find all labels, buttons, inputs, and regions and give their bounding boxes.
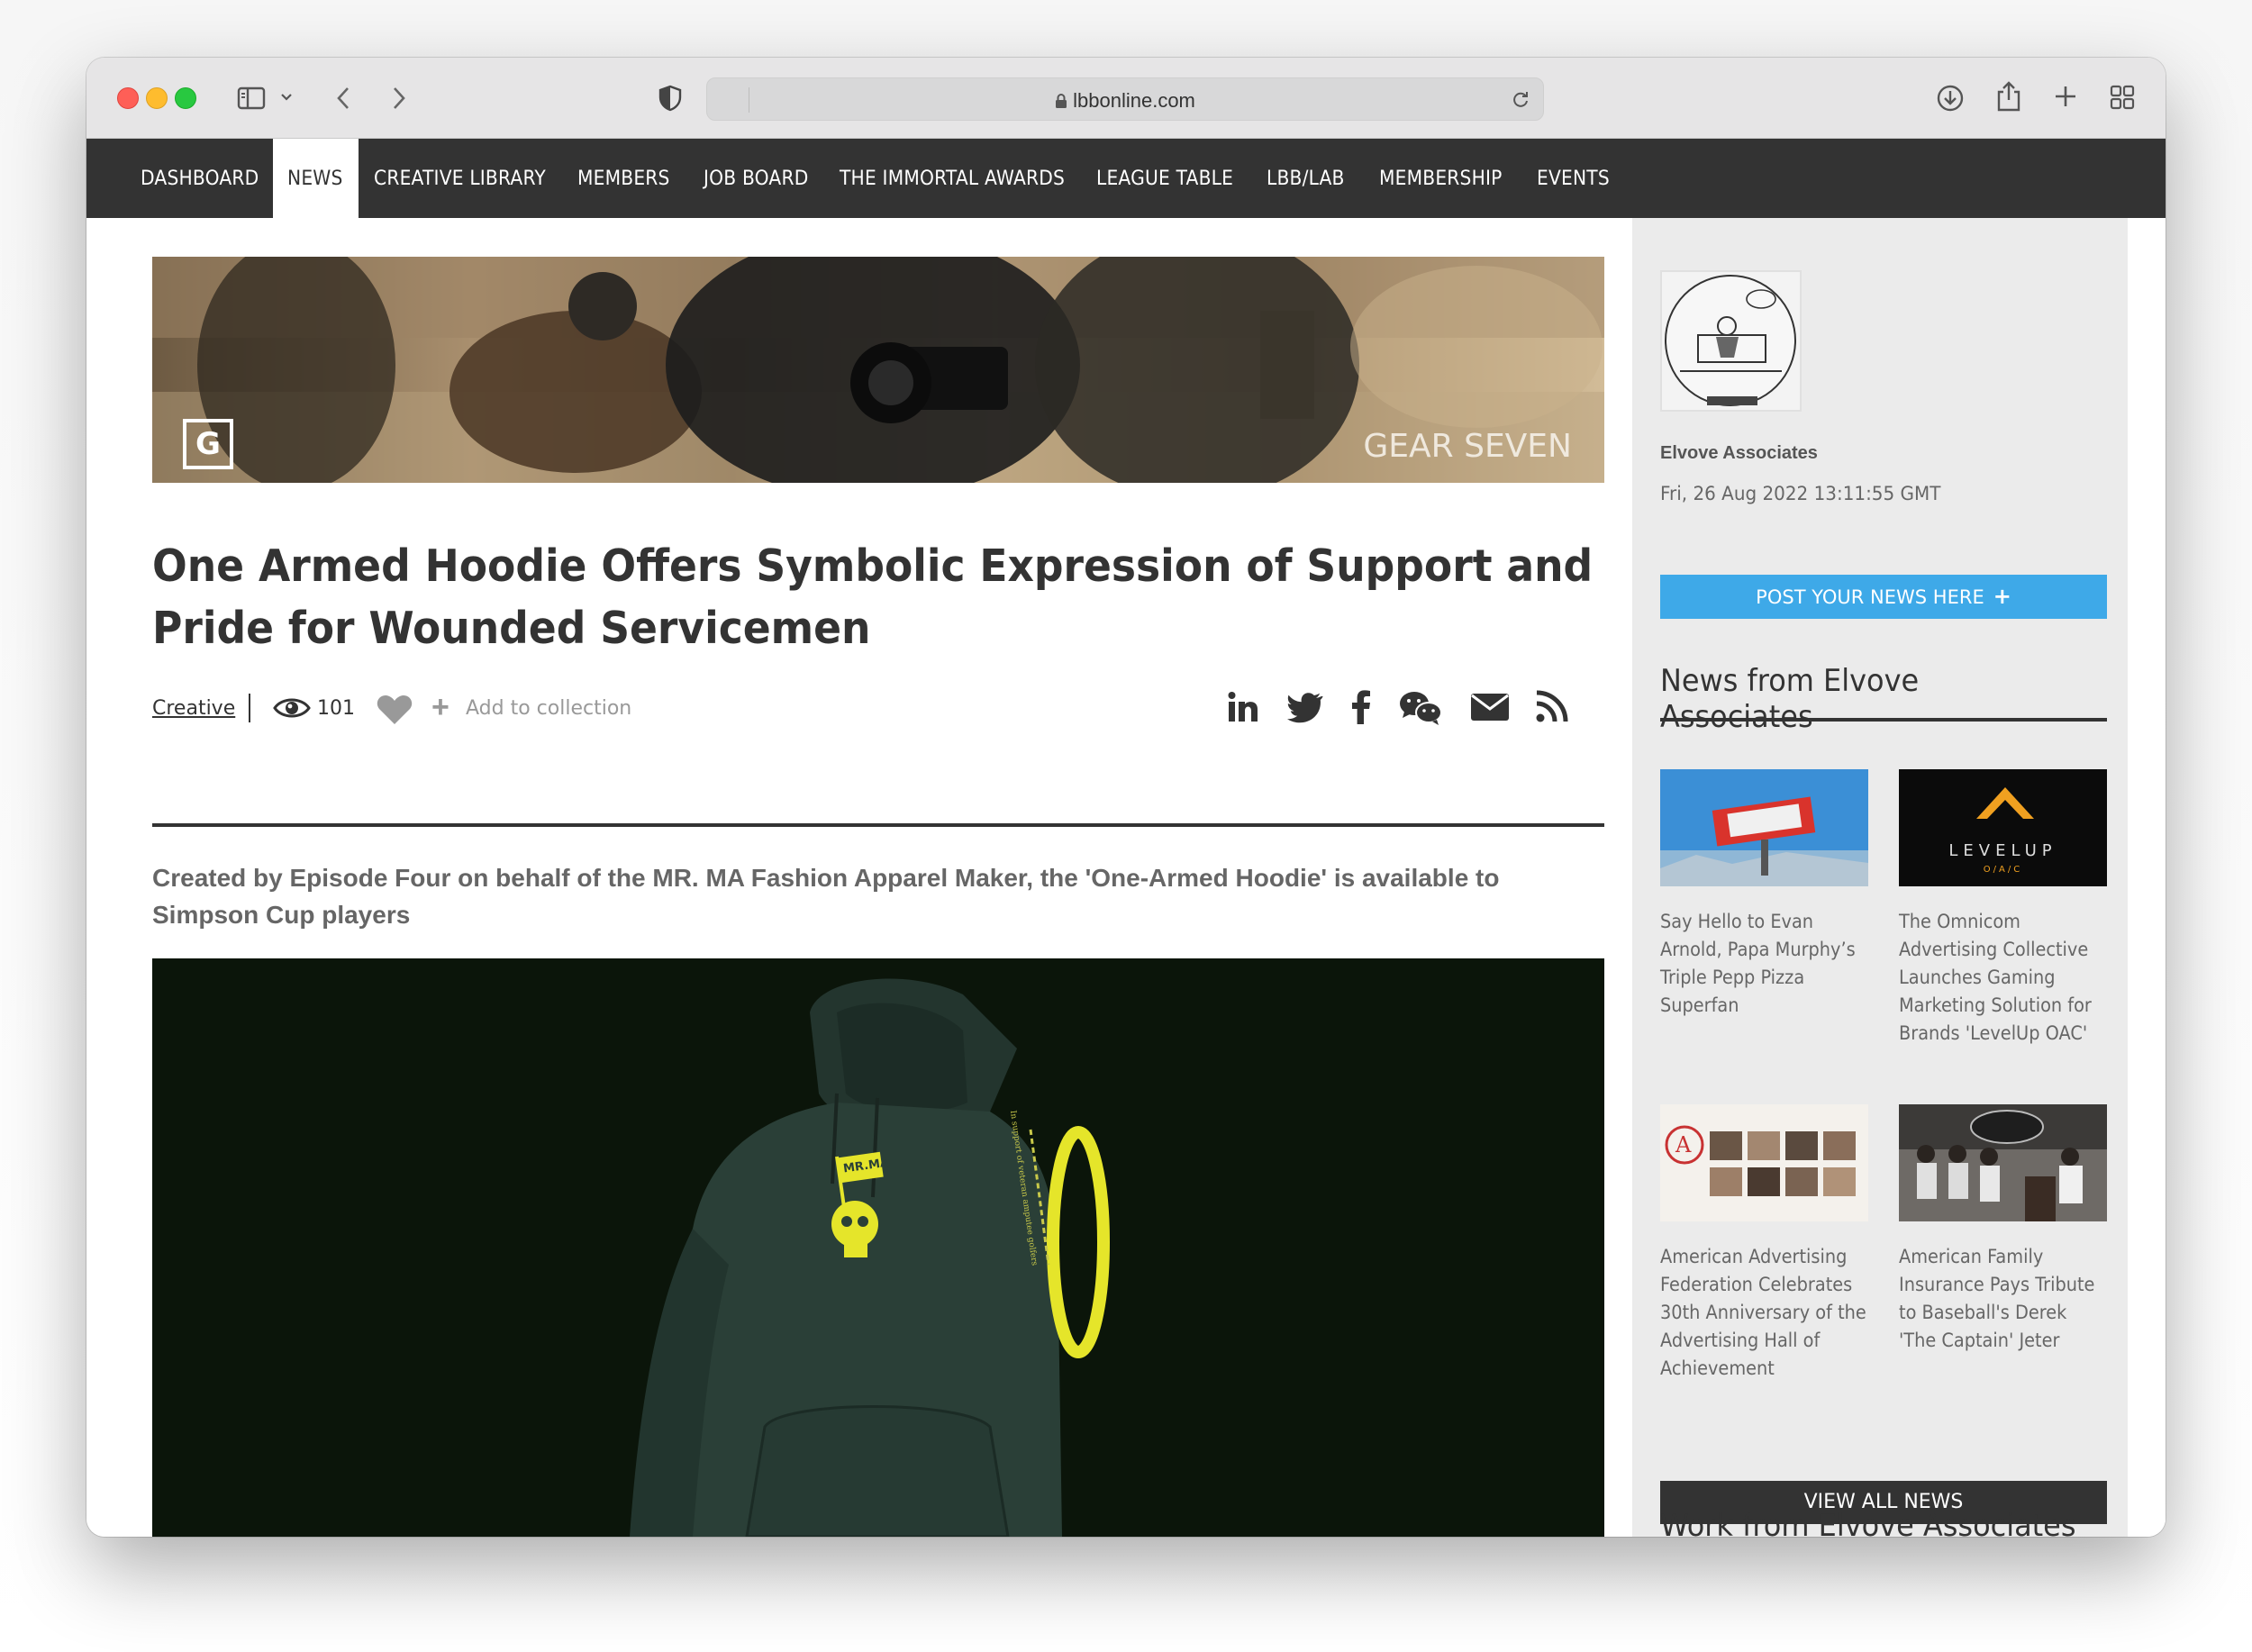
new-tab-plus-icon[interactable] [2052,83,2079,110]
levelup-sub-text: O/A/C [1983,865,2023,875]
chevron-down-icon[interactable] [279,90,294,104]
share-icon-group [1226,686,1604,730]
sidebar-toggle-icon[interactable] [236,83,267,113]
company-name[interactable]: Elvove Associates [1660,443,1818,464]
news-thumbnail-jeter [1899,1104,2107,1221]
category-link[interactable]: Creative [152,697,235,720]
publish-date: Fri, 26 Aug 2022 13:11:55 GMT [1660,483,1941,504]
news-section-heading: News from Elvove Associates [1660,663,1920,735]
banner-brand-text: GEAR SEVEN [1363,428,1572,465]
twitter-icon[interactable] [1287,690,1323,729]
view-count: 101 [317,697,355,720]
news-title[interactable]: Say Hello to Evan Arnold, Papa Murphy’s … [1660,908,1867,1020]
close-window-button[interactable] [117,87,139,109]
article-meta-bar: Creative 101 + Add to collection [152,686,1604,730]
forward-arrow-icon[interactable] [387,83,409,113]
news-card[interactable]: LEVELUP O/A/C The Omnicom Advertising Co… [1899,769,2107,1048]
privacy-shield-icon[interactable] [658,84,683,113]
lock-icon [1055,91,1067,114]
wechat-icon[interactable] [1399,690,1442,731]
article-hero-image: MR.MA In support of veteran amputee golf… [152,958,1604,1537]
url-text: lbbonline.com [1073,89,1195,112]
sidebar: Elvove Associates Fri, 26 Aug 2022 13:11… [1632,218,2128,1537]
site-navigation: DASHBOARD NEWS CREATIVE LIBRARY MEMBERS … [86,139,2166,218]
levelup-logo-text: LEVELUP [1948,841,2057,860]
news-title[interactable]: American Advertising Federation Celebrat… [1660,1243,1867,1383]
nav-item-events[interactable]: EVENTS [1537,139,1610,218]
facebook-icon[interactable] [1350,690,1372,729]
page-right-margin [2128,218,2166,1537]
nav-item-lbb-lab[interactable]: LBB/LAB [1267,139,1345,218]
post-button-label: POST YOUR NEWS HERE [1756,586,1984,608]
news-title[interactable]: The Omnicom Advertising Collective Launc… [1899,908,2106,1048]
share-icon[interactable] [1993,79,2024,113]
heart-icon[interactable] [376,694,413,731]
meta-divider [249,694,250,722]
reload-icon[interactable] [1511,89,1530,113]
plus-icon: + [1993,584,2011,609]
aaf-logo-letter: A [1675,1132,1692,1157]
banner-logo-mark: G [183,419,233,469]
article-lede: Created by Episode Four on behalf of the… [152,864,1500,929]
news-section-divider [1660,718,2107,722]
rss-icon[interactable] [1536,690,1568,727]
browser-toolbar: lbbonline.com [86,58,2166,139]
tab-overview-icon[interactable] [2109,84,2136,111]
post-your-news-button[interactable]: POST YOUR NEWS HERE + [1660,575,2107,619]
address-bar[interactable]: lbbonline.com [706,77,1544,121]
add-to-collection-plus-icon[interactable]: + [431,692,449,722]
zoom-window-button[interactable] [175,87,196,109]
page-content: G GEAR SEVEN One Armed Hoodie Offers Sym… [86,218,2166,1537]
nav-item-membership[interactable]: MEMBERSHIP [1379,139,1503,218]
back-arrow-icon[interactable] [333,83,355,113]
sponsor-banner[interactable]: G GEAR SEVEN [152,257,1604,483]
company-logo-artwork [1665,275,1796,406]
company-logo[interactable] [1660,270,1802,412]
news-thumbnail-aaf: A [1660,1104,1868,1221]
nav-item-members[interactable]: MEMBERS [577,139,670,218]
news-thumbnail-levelup: LEVELUP O/A/C [1899,769,2107,886]
article-title: One Armed Hoodie Offers Symbolic Express… [152,540,1594,654]
url-display[interactable]: lbbonline.com [707,89,1543,114]
nav-item-creative-library[interactable]: CREATIVE LIBRARY [374,139,546,218]
nav-item-job-board[interactable]: JOB BOARD [704,139,808,218]
email-icon[interactable] [1471,694,1509,725]
nav-item-news[interactable]: NEWS [287,139,343,218]
browser-window: lbbonline.com DASHBOARD NEWS CREATIVE LI… [86,58,2166,1537]
linkedin-icon[interactable] [1226,690,1260,729]
news-card[interactable]: American Family Insurance Pays Tribute t… [1899,1104,2107,1355]
article-header-divider [152,823,1604,827]
news-card[interactable]: A American Advertising Federation Celebr… [1660,1104,1868,1383]
nav-item-immortal-awards[interactable]: THE IMMORTAL AWARDS [840,139,1065,218]
news-card[interactable]: Say Hello to Evan Arnold, Papa Murphy’s … [1660,769,1868,1020]
download-icon[interactable] [1935,83,1966,113]
nav-item-dashboard[interactable]: DASHBOARD [141,139,259,218]
add-to-collection-link[interactable]: Add to collection [466,697,631,720]
minimize-window-button[interactable] [146,87,168,109]
nav-item-league-table[interactable]: LEAGUE TABLE [1096,139,1233,218]
news-thumbnail-billboard [1660,769,1868,886]
news-title[interactable]: American Family Insurance Pays Tribute t… [1899,1243,2106,1355]
article-column: G GEAR SEVEN One Armed Hoodie Offers Sym… [152,218,1604,1537]
work-section-heading: Work from Elvove Associates [1660,1508,2076,1537]
hoodie-illustration [630,978,1110,1537]
eye-icon [273,694,311,727]
